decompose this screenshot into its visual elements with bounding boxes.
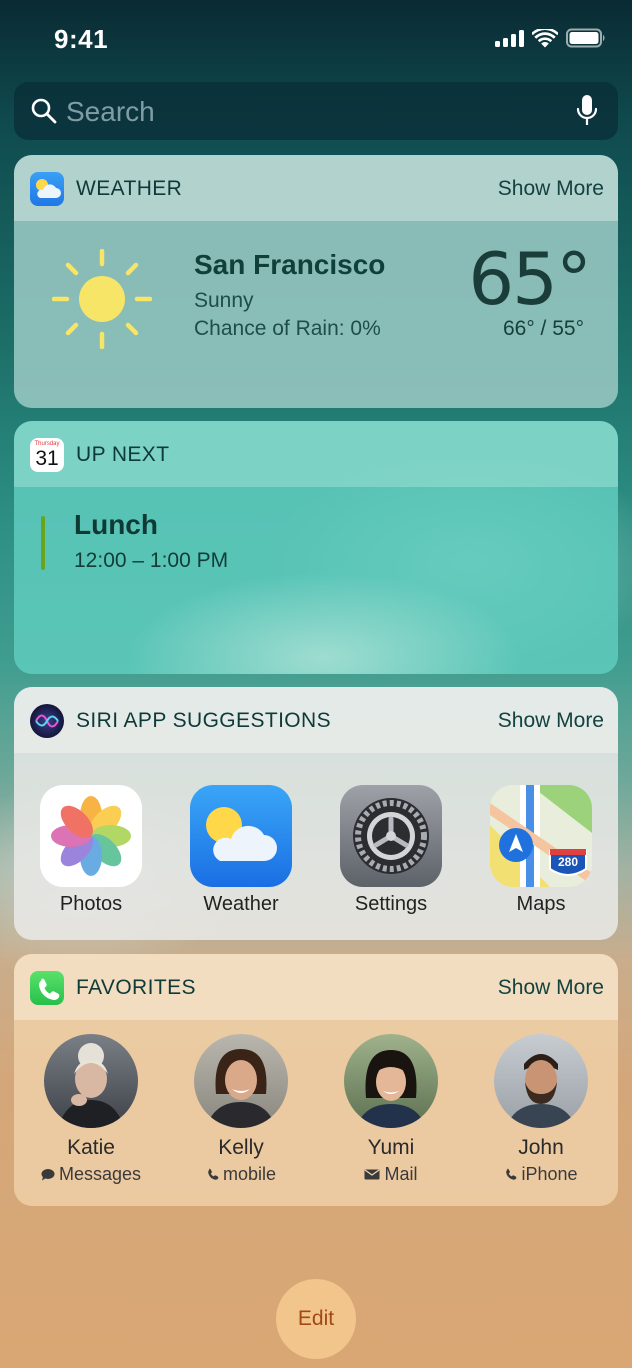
message-bubble-icon [41, 1169, 55, 1181]
search-icon [31, 98, 57, 124]
phone-icon [506, 1168, 517, 1180]
weather-small-icon [30, 172, 64, 206]
cellular-signal-icon [495, 29, 524, 47]
weather-show-more-button[interactable]: Show More [498, 177, 604, 201]
app-label-photos: Photos [59, 893, 123, 915]
calendar-icon: Thursday 31 [30, 438, 64, 472]
avatar-yumi [344, 1034, 438, 1128]
contact-method-yumi: Mail [316, 1164, 466, 1185]
up-next-widget-body: Lunch 12:00 – 1:00 PM [14, 487, 618, 674]
edit-button[interactable]: Edit [276, 1279, 356, 1359]
up-next-widget[interactable]: Thursday 31 UP NEXT Lunch 12:00 – 1:00 P… [14, 421, 618, 674]
contact-name-katie: Katie [67, 1136, 115, 1159]
app-weather[interactable]: Weather [176, 785, 306, 916]
microphone-icon[interactable] [576, 94, 598, 128]
contact-name-yumi: Yumi [367, 1136, 415, 1159]
photos-icon [40, 785, 142, 887]
weather-condition: Sunny [194, 289, 254, 312]
weather-widget-title: WEATHER [76, 177, 183, 200]
event-time: 12:00 – 1:00 PM [74, 549, 229, 572]
siri-show-more-button[interactable]: Show More [498, 709, 604, 733]
weather-temperature: 65° [468, 237, 592, 321]
avatar-katie [44, 1034, 138, 1128]
phone-icon [208, 1168, 219, 1180]
contact-method-katie: Messages [16, 1164, 166, 1185]
status-bar: 9:41 [0, 0, 632, 78]
avatar-kelly [194, 1034, 288, 1128]
up-next-widget-title: UP NEXT [76, 443, 170, 466]
weather-city: San Francisco [194, 249, 386, 280]
status-time: 9:41 [54, 24, 109, 54]
weather-app-icon [190, 785, 292, 887]
suggested-apps: Photos Weather Settings 280 Maps [14, 785, 618, 925]
contact-method-label-katie: Messages [58, 1164, 142, 1184]
favorites-widget-title: FAVORITES [76, 976, 196, 999]
contact-john[interactable]: John iPhone [466, 1034, 616, 1185]
favorites-widget-header: FAVORITES Show More [14, 954, 618, 1020]
favorite-contacts: Katie Messages Kelly mobile Yumi Mail Jo… [14, 1034, 618, 1204]
siri-widget-header: SIRI APP SUGGESTIONS Show More [14, 687, 618, 753]
wifi-icon [532, 28, 558, 47]
weather-widget-header: WEATHER Show More [14, 155, 618, 221]
sun-icon [52, 249, 152, 349]
phone-app-icon [30, 971, 64, 1005]
settings-icon [340, 785, 442, 887]
battery-icon [566, 28, 605, 48]
search-bar[interactable]: Search [14, 82, 618, 140]
siri-widget-title: SIRI APP SUGGESTIONS [76, 709, 332, 732]
calendar-icon-day: 31 [35, 447, 59, 470]
avatar-john [494, 1034, 588, 1128]
weather-widget-body: San Francisco Sunny Chance of Rain: 0% 6… [14, 221, 618, 408]
contact-method-label-kelly: mobile [222, 1164, 277, 1184]
contact-yumi[interactable]: Yumi Mail [316, 1034, 466, 1185]
app-settings[interactable]: Settings [326, 785, 456, 916]
app-label-weather: Weather [203, 893, 279, 915]
app-label-settings: Settings [354, 893, 428, 915]
favorites-show-more-button[interactable]: Show More [498, 976, 604, 1000]
mail-icon [364, 1169, 380, 1180]
status-icons [495, 28, 606, 48]
maps-icon: 280 [490, 785, 592, 887]
siri-icon [30, 704, 64, 738]
app-label-maps: Maps [516, 893, 566, 915]
siri-suggestions-widget[interactable]: SIRI APP SUGGESTIONS Show More Photos We… [14, 687, 618, 940]
contact-name-kelly: Kelly [218, 1136, 264, 1159]
weather-hi-lo: 66° / 55° [502, 317, 584, 340]
contact-katie[interactable]: Katie Messages [16, 1034, 166, 1185]
contact-method-label-john: iPhone [521, 1164, 578, 1184]
search-input[interactable]: Search [66, 96, 155, 128]
contact-method-john: iPhone [466, 1164, 616, 1185]
event-color-bar [41, 516, 45, 570]
event-title: Lunch [74, 509, 158, 540]
up-next-widget-header: Thursday 31 UP NEXT [14, 421, 618, 487]
contact-kelly[interactable]: Kelly mobile [166, 1034, 316, 1185]
contact-method-kelly: mobile [166, 1164, 316, 1185]
contact-method-label-yumi: Mail [384, 1164, 418, 1184]
app-maps[interactable]: 280 Maps [476, 785, 606, 916]
contact-name-john: John [518, 1136, 564, 1159]
maps-highway-badge: 280 [557, 855, 579, 869]
app-photos[interactable]: Photos [26, 785, 156, 916]
favorites-widget[interactable]: FAVORITES Show More Katie Messages Kelly… [14, 954, 618, 1206]
weather-widget[interactable]: WEATHER Show More San Francisco Sunny Ch… [14, 155, 618, 408]
weather-rain-chance: Chance of Rain: 0% [194, 317, 381, 340]
